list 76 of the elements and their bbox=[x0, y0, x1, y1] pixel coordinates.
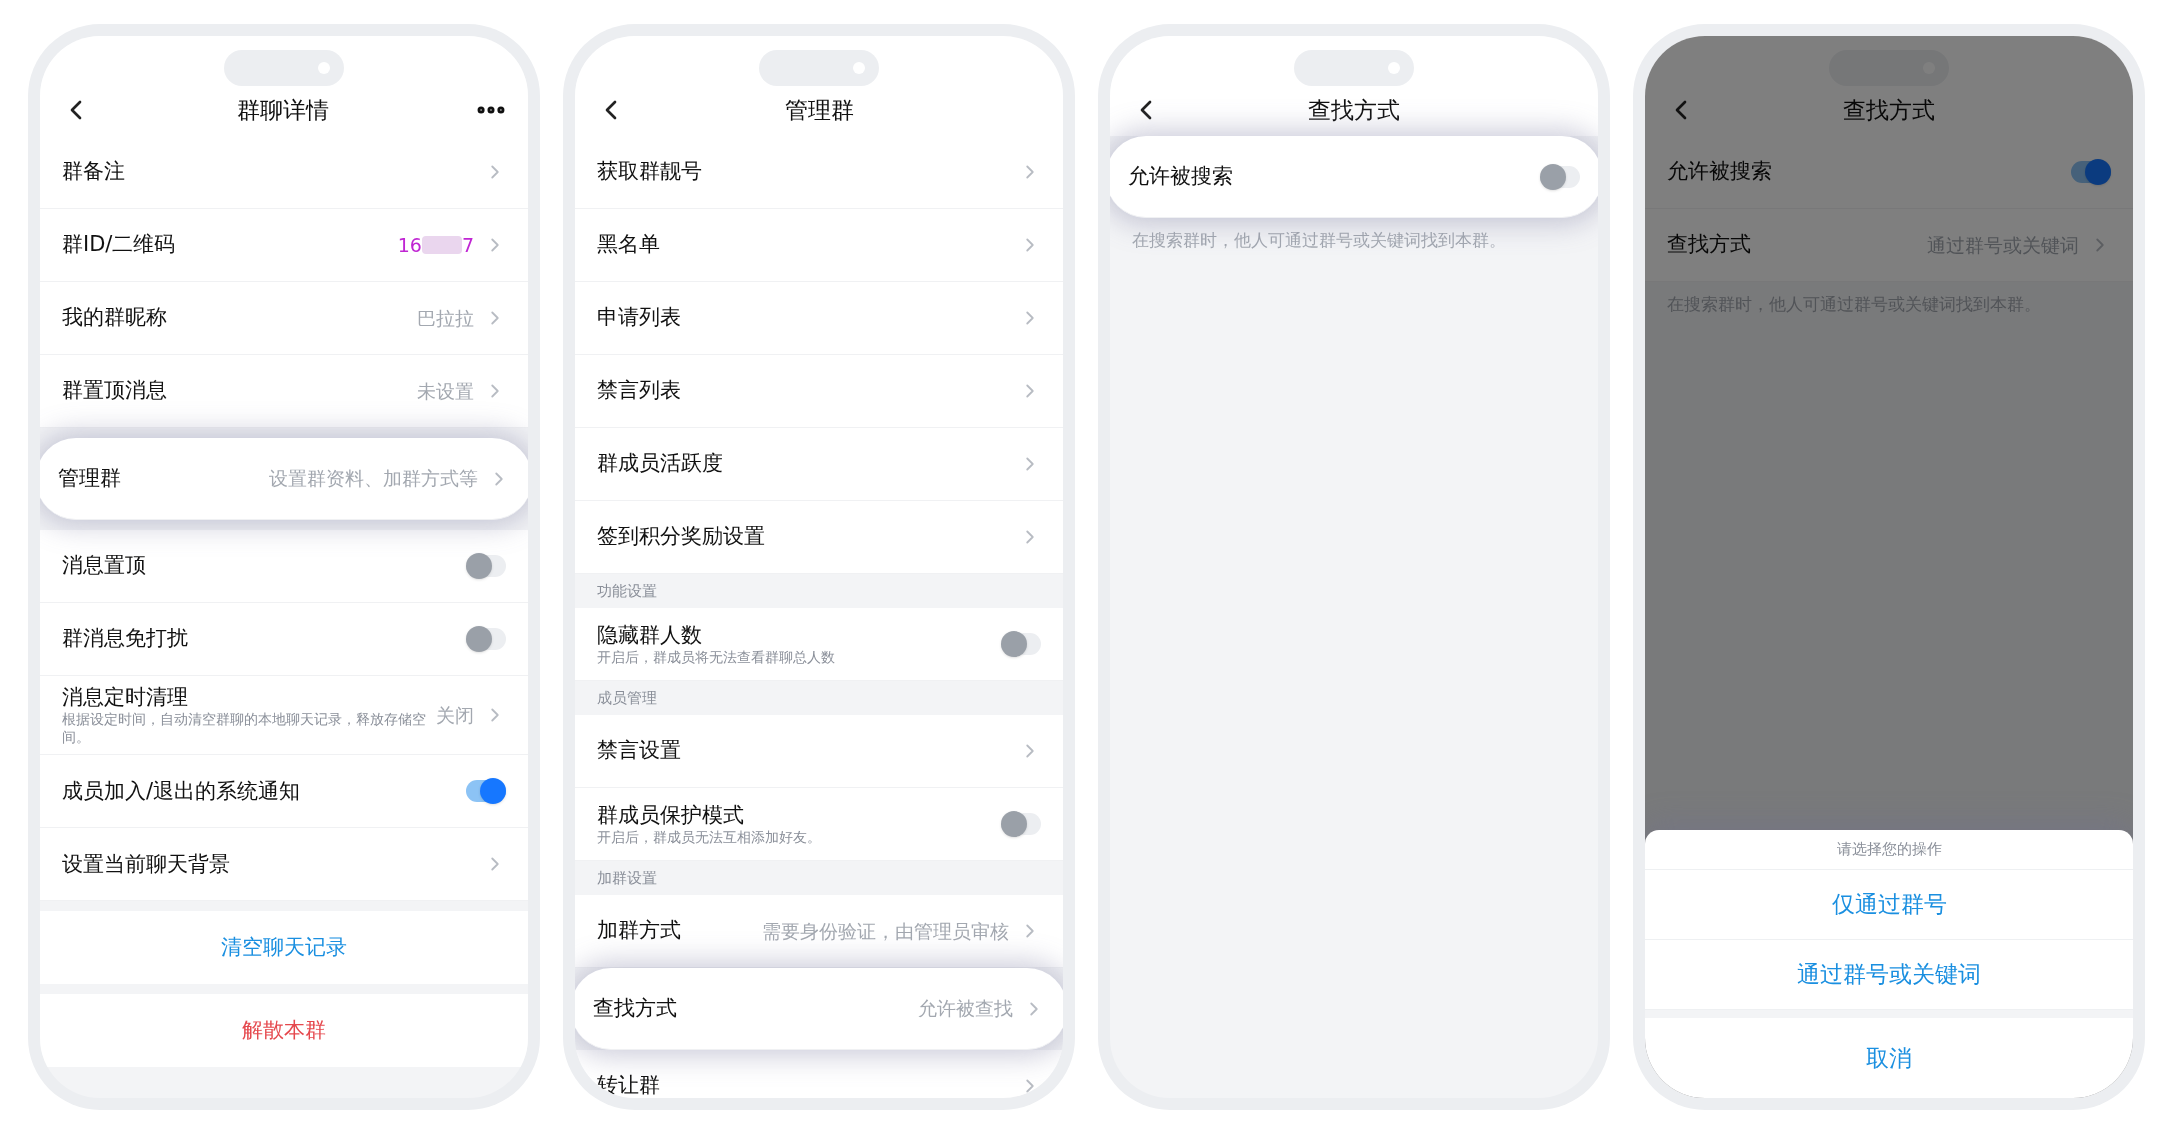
row-label: 群置顶消息 bbox=[62, 377, 168, 405]
settings-row[interactable]: 群成员活跃度 bbox=[575, 428, 1063, 501]
settings-row[interactable]: 群置顶消息 未设置 bbox=[40, 355, 528, 428]
toggle-switch[interactable] bbox=[466, 555, 506, 577]
settings-row[interactable]: 黑名单 bbox=[575, 209, 1063, 282]
row-label: 隐藏群人数 bbox=[597, 621, 703, 649]
toggle-switch[interactable] bbox=[2071, 161, 2111, 183]
row-value: 巴拉拉 bbox=[417, 305, 474, 331]
row-label: 群成员活跃度 bbox=[597, 450, 724, 478]
redacted-block bbox=[421, 236, 462, 254]
screen-title: 查找方式 bbox=[1308, 95, 1400, 125]
hint-text: 在搜索群时，他人可通过群号或关键词找到本群。 bbox=[1132, 230, 1506, 250]
row-label: 群备注 bbox=[62, 158, 126, 186]
row-value: 需要身份验证，由管理员审核 bbox=[762, 918, 1009, 944]
row-label: 群ID/二维码 bbox=[62, 231, 177, 259]
row-value: 16 bbox=[397, 232, 422, 258]
toggle-switch[interactable] bbox=[1001, 813, 1041, 835]
row-value: 7 bbox=[461, 232, 474, 258]
row-label: 查找方式 bbox=[1667, 231, 1752, 259]
toggle-switch[interactable] bbox=[1540, 165, 1580, 188]
row-label: 黑名单 bbox=[597, 231, 661, 259]
settings-row[interactable]: 管理群 设置群资料、加群方式等 bbox=[40, 438, 528, 520]
row-value: 允许被查找 bbox=[918, 996, 1013, 1022]
toggle-row[interactable]: 群成员保护模式 开启后，群成员无法互相添加好友。 bbox=[575, 788, 1063, 861]
toggle-row[interactable]: 允许被搜索 bbox=[1645, 136, 2133, 209]
settings-row[interactable]: 获取群靓号 bbox=[575, 136, 1063, 209]
section-header: 功能设置 bbox=[597, 580, 657, 602]
settings-row[interactable]: 禁言设置 bbox=[575, 715, 1063, 788]
row-label: 成员加入/退出的系统通知 bbox=[62, 777, 302, 805]
settings-row[interactable]: 查找方式 允许被查找 bbox=[575, 968, 1063, 1050]
toggle-row[interactable]: 群消息免打扰 bbox=[40, 603, 528, 676]
row-description: 根据设定时间，自动清空群聊的本地聊天记录，释放存储空间。 bbox=[62, 711, 426, 747]
row-label: 消息置顶 bbox=[62, 552, 147, 580]
section-header: 加群设置 bbox=[597, 867, 657, 889]
row-label: 消息定时清理 bbox=[62, 684, 189, 711]
settings-row[interactable]: 群备注 bbox=[40, 136, 528, 209]
action-button[interactable]: 解散本群 bbox=[242, 1015, 326, 1047]
toggle-row[interactable]: 允许被搜索 bbox=[1110, 136, 1598, 218]
row-label: 设置当前聊天背景 bbox=[62, 850, 231, 878]
row-label: 允许被搜索 bbox=[1667, 158, 1773, 186]
row-description: 开启后，群成员无法互相添加好友。 bbox=[597, 828, 822, 847]
toggle-row[interactable]: 隐藏群人数 开启后，群成员将无法查看群聊总人数 bbox=[575, 608, 1063, 681]
toggle-row[interactable]: 消息置顶 bbox=[40, 530, 528, 603]
row-label: 获取群靓号 bbox=[597, 158, 703, 186]
screen-title: 群聊详情 bbox=[237, 95, 329, 125]
row-value: 未设置 bbox=[417, 378, 474, 404]
row-label: 禁言设置 bbox=[597, 737, 682, 765]
row-label: 禁言列表 bbox=[597, 377, 682, 405]
row-value: 关闭 bbox=[436, 702, 474, 728]
toggle-row[interactable]: 成员加入/退出的系统通知 bbox=[40, 755, 528, 829]
row-description: 开启后，群成员将无法查看群聊总人数 bbox=[597, 648, 836, 667]
row-label: 管理群 bbox=[58, 464, 122, 492]
screen-title: 查找方式 bbox=[1843, 95, 1935, 125]
toggle-switch[interactable] bbox=[1001, 633, 1041, 655]
section-header: 成员管理 bbox=[597, 687, 657, 709]
screen-title: 管理群 bbox=[784, 95, 854, 125]
toggle-switch[interactable] bbox=[466, 628, 506, 650]
settings-row[interactable]: 设置当前聊天背景 bbox=[40, 828, 528, 902]
settings-row[interactable]: 申请列表 bbox=[575, 282, 1063, 355]
row-label: 我的群昵称 bbox=[62, 304, 168, 332]
row-label: 群消息免打扰 bbox=[62, 625, 189, 653]
row-label: 申请列表 bbox=[597, 304, 682, 332]
row-label: 允许被搜索 bbox=[1128, 162, 1234, 190]
sheet-title: 请选择您的操作 bbox=[1836, 839, 1942, 861]
settings-row[interactable]: 加群方式 需要身份验证，由管理员审核 bbox=[575, 895, 1063, 968]
row-value: 设置群资料、加群方式等 bbox=[269, 466, 478, 492]
row-label: 查找方式 bbox=[593, 994, 678, 1022]
row-label: 加群方式 bbox=[597, 917, 682, 945]
settings-row[interactable]: 群ID/二维码 16 7 bbox=[40, 209, 528, 282]
settings-row[interactable]: 我的群昵称 巴拉拉 bbox=[40, 282, 528, 355]
settings-row[interactable]: 签到积分奖励设置 bbox=[575, 501, 1063, 574]
settings-row[interactable]: 消息定时清理 根据设定时间，自动清空群聊的本地聊天记录，释放存储空间。 关闭 bbox=[40, 676, 528, 756]
row-label: 签到积分奖励设置 bbox=[597, 523, 766, 551]
row-label: 群成员保护模式 bbox=[597, 801, 745, 829]
settings-row[interactable]: 禁言列表 bbox=[575, 355, 1063, 428]
toggle-switch[interactable] bbox=[466, 780, 506, 803]
